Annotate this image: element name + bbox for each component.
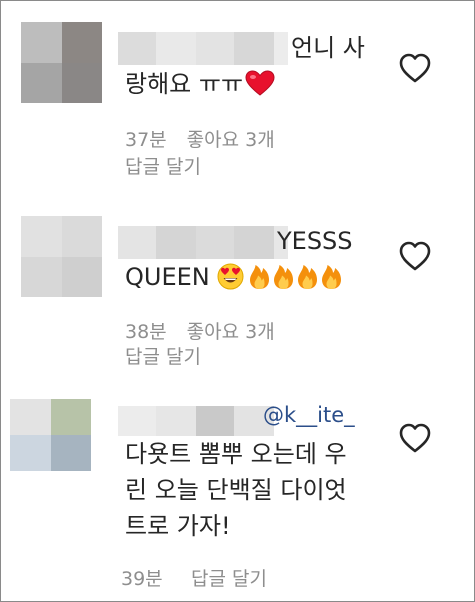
reply-button[interactable]: 답글 달기 — [125, 342, 201, 369]
heart-eyes-face-emoji-icon — [217, 263, 244, 290]
comment-text-part: QUEEN — [125, 263, 210, 291]
avatar[interactable] — [21, 22, 102, 103]
like-heart-icon[interactable] — [398, 240, 432, 272]
comment-text: 언니 사 — [291, 34, 365, 62]
avatar[interactable] — [21, 216, 102, 297]
red-heart-emoji-icon — [245, 70, 275, 97]
username[interactable] — [118, 32, 288, 65]
avatar[interactable] — [10, 399, 91, 471]
comment-text-line: 트로 가자! — [125, 512, 231, 540]
comment-text-part: 랑해요 ㅠㅠ — [125, 70, 244, 98]
likes-count[interactable]: 좋아요 3개 — [187, 321, 275, 343]
likes-count[interactable]: 좋아요 3개 — [187, 129, 275, 151]
comment-text-line: QUEEN — [125, 258, 344, 297]
username[interactable] — [118, 406, 274, 436]
comment-text: YESSS — [277, 227, 353, 255]
fire-emoji-icon — [296, 263, 319, 290]
fire-emoji-icon — [248, 263, 271, 290]
comment-text-line: 랑해요 ㅠㅠ — [125, 65, 276, 104]
comment-meta: 39분 — [121, 564, 163, 591]
reply-button[interactable]: 답글 달기 — [125, 152, 201, 179]
like-heart-icon[interactable] — [398, 52, 432, 84]
comment-text: 다욧트 뽐뿌 오는데 우 — [125, 440, 347, 468]
comment-time: 39분 — [121, 568, 163, 590]
reply-button[interactable]: 답글 달기 — [191, 564, 267, 591]
mention-link[interactable]: @k__ite_ — [263, 400, 355, 430]
comment-meta: 38분 좋아요 3개 — [125, 317, 275, 344]
comment-meta: 37분 좋아요 3개 — [125, 125, 275, 152]
comment-text-line: 린 오늘 단백질 다이엇 — [125, 476, 347, 504]
username[interactable] — [118, 226, 288, 259]
fire-emoji-icon — [320, 263, 343, 290]
comment-time: 38분 — [125, 321, 167, 343]
like-heart-icon[interactable] — [398, 422, 432, 454]
comment-time: 37분 — [125, 129, 167, 151]
fire-emoji-icon — [272, 263, 295, 290]
comments-panel: 언니 사 랑해요 ㅠㅠ 37분좋아요 3개 답글 달기 YESSS QUEEN — [0, 0, 475, 602]
